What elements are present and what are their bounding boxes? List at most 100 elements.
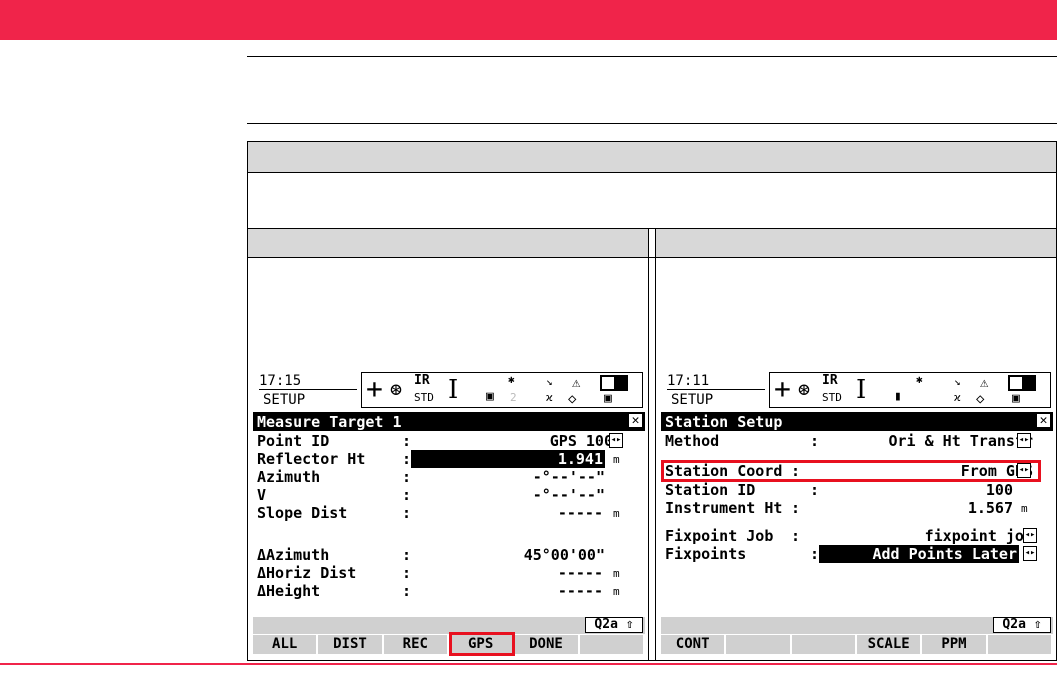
column-divider bbox=[655, 229, 656, 661]
device-icon: ▣ bbox=[486, 389, 494, 404]
gps-key-highlight bbox=[449, 632, 515, 656]
satellite-icon: ↘ bbox=[954, 375, 961, 388]
field-label: Azimuth bbox=[257, 468, 321, 486]
fkey-done-button[interactable]: DONE bbox=[514, 635, 580, 654]
fkey-empty-button[interactable] bbox=[987, 635, 1053, 654]
close-icon[interactable]: ✕ bbox=[1036, 413, 1051, 428]
table-rule bbox=[248, 172, 1056, 173]
chevron-left-right-icon[interactable]: ◂▸ bbox=[1023, 546, 1037, 561]
field-label: V bbox=[257, 486, 267, 504]
fkey-rec-button[interactable]: REC bbox=[383, 635, 449, 654]
field-slope-dist: Slope Dist : ----- m bbox=[257, 504, 643, 522]
field-label: Instrument Ht bbox=[665, 499, 783, 517]
station-coord-highlight bbox=[661, 460, 1041, 482]
field-value: 100 bbox=[985, 481, 1013, 499]
device-icon: ▮ bbox=[894, 389, 902, 404]
fkey-dist-button[interactable]: DIST bbox=[318, 635, 384, 654]
field-unit: m bbox=[613, 453, 620, 466]
fkey-all-button[interactable]: ALL bbox=[253, 635, 319, 654]
fkey-scale-button[interactable]: SCALE bbox=[856, 635, 923, 654]
field-fixpoints[interactable]: Fixpoints : Add Points Later ◂▸ bbox=[665, 545, 1051, 563]
chevron-left-right-icon[interactable]: ◂▸ bbox=[609, 433, 623, 448]
field-value-input[interactable]: 1.941 bbox=[411, 450, 605, 468]
prism-icon: ⊛ bbox=[798, 377, 811, 401]
field-value: 1.567 bbox=[967, 499, 1013, 517]
cursor-icon: I bbox=[856, 375, 867, 405]
field-colon: : bbox=[810, 545, 820, 563]
fkey-ppm-button[interactable]: PPM bbox=[922, 635, 988, 654]
card-icon: ◇ bbox=[568, 391, 577, 407]
field-colon: : bbox=[810, 432, 820, 450]
ir-label: IR bbox=[414, 373, 430, 388]
dialog-title-bar: Measure Target 1 ✕ bbox=[253, 412, 645, 431]
crosshair-icon: + bbox=[366, 372, 383, 405]
clock: 17:11 bbox=[667, 373, 765, 390]
status-icons: + ⊛ IR STD I ▮ ✱ ↘ ϰ ⚠ ◇ ▣ bbox=[769, 372, 1051, 408]
bluetooth-icon: ✱ bbox=[508, 373, 515, 386]
field-colon: : bbox=[402, 486, 412, 504]
field-colon: : bbox=[402, 468, 412, 486]
field-colon: : bbox=[810, 481, 820, 499]
field-label: ΔHeight bbox=[257, 582, 321, 600]
status-bar: 17:15 SETUP + ⊛ IR STD I ▣ ✱ 2 ↘ ϰ ⚠ ◇ ▣ bbox=[253, 370, 645, 411]
close-icon[interactable]: ✕ bbox=[628, 413, 643, 428]
field-colon: : bbox=[402, 582, 412, 600]
field-instrument-ht: Instrument Ht : 1.567 m bbox=[665, 499, 1051, 517]
function-key-bar: CONT SCALE PPM bbox=[661, 635, 1053, 654]
dialog-title: Station Setup bbox=[665, 413, 783, 431]
mode-label: SETUP bbox=[671, 392, 714, 408]
footer-rule bbox=[0, 663, 1057, 665]
bluetooth-icon: ✱ bbox=[916, 373, 923, 386]
field-colon: : bbox=[402, 564, 412, 582]
prism-icon: ⊛ bbox=[390, 377, 403, 401]
left-device-screen: 17:15 SETUP + ⊛ IR STD I ▣ ✱ 2 ↘ ϰ ⚠ ◇ ▣… bbox=[253, 370, 645, 656]
field-colon: : bbox=[402, 504, 412, 522]
field-value-selected[interactable]: Add Points Later bbox=[819, 545, 1019, 563]
chevron-left-right-icon[interactable]: ◂▸ bbox=[1023, 528, 1037, 543]
link-icon: ϰ bbox=[954, 391, 961, 404]
card-icon: ◇ bbox=[976, 391, 985, 407]
faint-number: 2 bbox=[510, 391, 517, 404]
std-label: STD bbox=[822, 391, 842, 404]
field-azimuth: Azimuth : -°--'--" bbox=[257, 468, 643, 486]
field-label: ΔAzimuth bbox=[257, 546, 330, 564]
field-method[interactable]: Method : Ori & Ht Transfr ◂▸ bbox=[665, 432, 1051, 450]
field-value: GPS 100 bbox=[549, 432, 613, 450]
field-label: ΔHoriz Dist bbox=[257, 564, 357, 582]
chevron-left-right-icon[interactable]: ◂▸ bbox=[1017, 433, 1031, 448]
field-unit: m bbox=[1021, 502, 1028, 515]
section-rule bbox=[247, 123, 1057, 124]
field-fixpoint-job[interactable]: Fixpoint Job : fixpoint job ◂▸ bbox=[665, 527, 1051, 545]
field-value: 45°00'00" bbox=[523, 546, 605, 564]
table-rule bbox=[248, 257, 1056, 258]
right-device-screen: 17:11 SETUP + ⊛ IR STD I ▮ ✱ ↘ ϰ ⚠ ◇ ▣ S… bbox=[661, 370, 1053, 654]
field-colon: : bbox=[791, 527, 801, 545]
std-label: STD bbox=[414, 391, 434, 404]
status-icons: + ⊛ IR STD I ▣ ✱ 2 ↘ ϰ ⚠ ◇ ▣ bbox=[361, 372, 643, 408]
field-delta-horiz-dist: ΔHoriz Dist : ----- m bbox=[257, 564, 643, 582]
field-value: -°--'--" bbox=[532, 468, 605, 486]
field-point-id[interactable]: Point ID : GPS 100 ◂▸ bbox=[257, 432, 643, 450]
status-line: Q2a ⇧ bbox=[661, 617, 1053, 634]
field-value: ----- bbox=[557, 582, 603, 600]
top-rule bbox=[247, 56, 1057, 57]
fkey-empty-button[interactable] bbox=[791, 635, 857, 654]
field-colon: : bbox=[791, 499, 801, 517]
brand-header-bar bbox=[0, 0, 1057, 40]
status-bar: 17:11 SETUP + ⊛ IR STD I ▮ ✱ ↘ ϰ ⚠ ◇ ▣ bbox=[661, 370, 1053, 411]
column-header-left bbox=[248, 229, 648, 257]
fkey-empty-button[interactable] bbox=[726, 635, 792, 654]
field-reflector-ht[interactable]: Reflector Ht : 1.941 m bbox=[257, 450, 643, 468]
field-label: Method bbox=[665, 432, 720, 450]
field-value: ----- bbox=[557, 564, 603, 582]
field-colon: : bbox=[402, 450, 412, 468]
memory-icon: ▣ bbox=[1012, 391, 1020, 406]
clock: 17:15 bbox=[259, 373, 357, 390]
input-mode-indicator: Q2a ⇧ bbox=[993, 617, 1051, 633]
fkey-empty-button[interactable] bbox=[579, 635, 645, 654]
crosshair-icon: + bbox=[774, 372, 791, 405]
battery-icon bbox=[600, 375, 628, 391]
table-header-row bbox=[248, 142, 1056, 172]
fkey-cont-button[interactable]: CONT bbox=[661, 635, 727, 654]
mode-label: SETUP bbox=[263, 392, 306, 408]
